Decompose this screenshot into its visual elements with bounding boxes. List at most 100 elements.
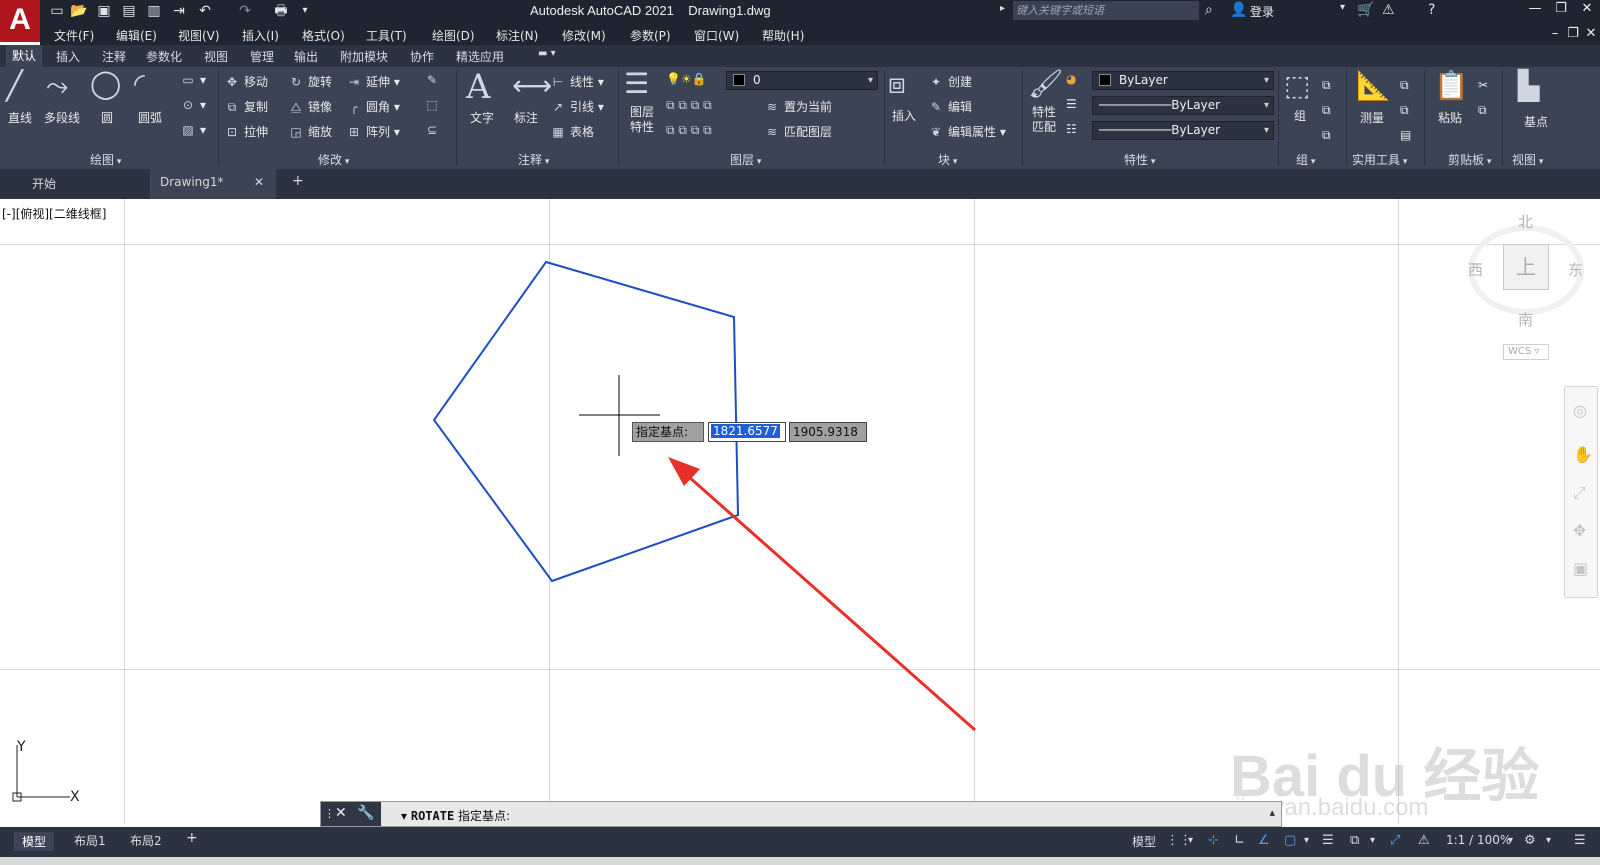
doc-close-icon[interactable]: ✕: [1582, 26, 1600, 41]
search-input[interactable]: 键入关键字或短语: [1013, 1, 1199, 20]
color-dropdown[interactable]: ByLayer: [1092, 71, 1274, 90]
help-icon[interactable]: ?: [1428, 2, 1435, 18]
stretch-button[interactable]: ⊡ 拉伸: [224, 123, 268, 140]
menu-draw[interactable]: 绘图(D): [432, 27, 475, 44]
utilities-panel-title[interactable]: 实用工具: [1352, 151, 1407, 168]
autocad-logo[interactable]: A: [0, 0, 40, 42]
menu-edit[interactable]: 编辑(E): [116, 27, 157, 44]
lineweight-dropdown[interactable]: ──────────ByLayer: [1092, 121, 1274, 140]
fillet-button[interactable]: ╭ 圆角 ▾: [346, 98, 399, 115]
command-close-icon[interactable]: ✕: [335, 805, 347, 821]
layer-dropdown[interactable]: 0: [726, 71, 878, 90]
steering-wheel-icon[interactable]: ◎: [1573, 401, 1587, 420]
ellipse-icon[interactable]: ⊙ ▾: [180, 98, 206, 112]
scale-dropdown-icon[interactable]: ▾: [1508, 835, 1513, 846]
workspace-dropdown-icon[interactable]: ▾: [1546, 835, 1551, 846]
save-icon[interactable]: ▣: [95, 3, 113, 19]
match-properties-icon[interactable]: 🖌: [1028, 67, 1064, 100]
edit-block-button[interactable]: ✎ 编辑: [928, 98, 972, 115]
user-icon[interactable]: 👤: [1230, 2, 1247, 18]
menu-file[interactable]: 文件(F): [54, 27, 94, 44]
dimension-button[interactable]: 标注: [514, 109, 538, 126]
layout-tab-layout2[interactable]: 布局2: [130, 832, 162, 849]
erase-icon[interactable]: ✎: [424, 73, 444, 87]
copy-button[interactable]: ⧉ 复制: [224, 98, 268, 115]
linetype-dropdown[interactable]: ──────────ByLayer: [1092, 96, 1274, 115]
restore-icon[interactable]: ❐: [1552, 1, 1570, 16]
share-icon[interactable]: ⇥: [170, 3, 188, 19]
match-layer-button[interactable]: ≋ 匹配图层: [764, 123, 832, 140]
menu-parametric[interactable]: 参数(P): [630, 27, 671, 44]
layout-tab-layout1[interactable]: 布局1: [74, 832, 106, 849]
dynamic-input-x-field[interactable]: 1821.6577: [708, 422, 786, 442]
menu-format[interactable]: 格式(O): [302, 27, 345, 44]
polyline-button[interactable]: 多段线: [44, 109, 80, 126]
extend-button[interactable]: ⇥ 延伸 ▾: [346, 73, 400, 90]
polyline-icon[interactable]: ⤳: [46, 69, 68, 103]
group-button[interactable]: 组: [1294, 107, 1306, 124]
command-customize-icon[interactable]: 🔧: [357, 805, 374, 821]
minimize-icon[interactable]: —: [1526, 1, 1544, 16]
arc-button[interactable]: 圆弧: [138, 109, 162, 126]
search-expand-icon[interactable]: ▸: [1000, 3, 1005, 14]
ortho-toggle-icon[interactable]: ∟: [1234, 833, 1245, 848]
add-layout-icon[interactable]: +: [186, 830, 198, 846]
tab-collaborate[interactable]: 协作: [410, 48, 434, 65]
dimension-icon[interactable]: ⟷: [512, 69, 552, 102]
viewcube-south[interactable]: 南: [1518, 309, 1533, 330]
pan-icon[interactable]: ✋: [1573, 445, 1593, 464]
zoom-extents-icon[interactable]: ⤢: [1573, 483, 1586, 503]
customization-menu-icon[interactable]: ☰: [1574, 833, 1586, 848]
text-button[interactable]: 文字: [470, 109, 494, 126]
layers-panel-title[interactable]: 图层: [730, 151, 761, 168]
rotate-button[interactable]: ↻ 旋转: [288, 73, 332, 90]
properties-panel-title[interactable]: 特性: [1124, 151, 1155, 168]
base-view-button[interactable]: 基点: [1524, 113, 1548, 130]
command-history-icon[interactable]: ▴: [1269, 806, 1275, 819]
edit-attributes-button[interactable]: ❦ 编辑属性 ▾: [928, 123, 1006, 140]
close-icon[interactable]: ✕: [1578, 1, 1596, 16]
command-line[interactable]: ⋮ ✕ 🔧 ▾ ROTATE 指定基点: ▴: [320, 801, 1282, 827]
quick-access-dropdown-icon[interactable]: ▾: [296, 3, 314, 19]
menu-modify[interactable]: 修改(M): [562, 27, 606, 44]
redo-icon[interactable]: ↷: [236, 3, 254, 19]
tab-start[interactable]: 开始: [32, 175, 56, 192]
annotation-visibility-icon[interactable]: ⚠: [1418, 833, 1430, 848]
plot-icon[interactable]: ▥: [145, 3, 163, 19]
polar-toggle-icon[interactable]: ∠: [1258, 833, 1270, 848]
annotation-scale[interactable]: 1:1 / 100%: [1446, 833, 1511, 847]
circle-button[interactable]: 圆: [101, 109, 113, 126]
layer-properties-button[interactable]: 图层 特性: [630, 105, 654, 135]
selection-dropdown-icon[interactable]: ▾: [1370, 835, 1375, 846]
layout-tab-model[interactable]: 模型: [14, 832, 55, 851]
layer-tools-row1-icons[interactable]: ⧉ ⧉ ⧉ ⧉: [666, 98, 712, 113]
doc-minimize-icon[interactable]: –: [1546, 26, 1564, 41]
clipboard-tools-icons[interactable]: ✂ ⧉: [1478, 73, 1488, 123]
login-dropdown-icon[interactable]: ▾: [1340, 2, 1345, 13]
doc-restore-icon[interactable]: ❐: [1564, 26, 1582, 41]
dynamic-input-y-field[interactable]: 1905.9318: [789, 422, 867, 442]
annotation-panel-title[interactable]: 注释: [518, 151, 549, 168]
match-properties-button[interactable]: 特性 匹配: [1032, 105, 1056, 135]
autodesk-a360-icon[interactable]: ⚠: [1382, 2, 1395, 18]
block-panel-title[interactable]: 块: [938, 151, 957, 168]
drawing-canvas[interactable]: [-][俯视][二维线框] 北 南 西 东 上 WCS ▿ ◎ ✋ ⤢ ✥ ▣ …: [0, 199, 1600, 824]
menu-dimension[interactable]: 标注(N): [496, 27, 538, 44]
close-tab-icon[interactable]: ✕: [254, 175, 264, 189]
new-tab-icon[interactable]: +: [292, 173, 304, 189]
tab-addins[interactable]: 附加模块: [340, 48, 388, 65]
measure-button[interactable]: 测量: [1360, 109, 1384, 126]
menu-help[interactable]: 帮助(H): [762, 27, 804, 44]
table-button[interactable]: ▦ 表格: [550, 123, 594, 140]
ribbon-options-icon[interactable]: ▬ ▾: [538, 48, 556, 59]
leader-button[interactable]: ↗ 引线 ▾: [550, 98, 604, 115]
offset-icon[interactable]: ⊆: [424, 123, 444, 137]
tab-insert[interactable]: 插入: [56, 48, 80, 65]
cart-icon[interactable]: 🛒: [1357, 2, 1374, 18]
menu-tools[interactable]: 工具(T): [366, 27, 407, 44]
line-button[interactable]: 直线: [8, 109, 32, 126]
draw-panel-title[interactable]: 绘图: [90, 151, 121, 168]
orbit-icon[interactable]: ✥: [1573, 521, 1586, 540]
layer-state-icons[interactable]: 💡☀🔒: [666, 72, 707, 86]
menu-insert[interactable]: 插入(I): [242, 27, 279, 44]
